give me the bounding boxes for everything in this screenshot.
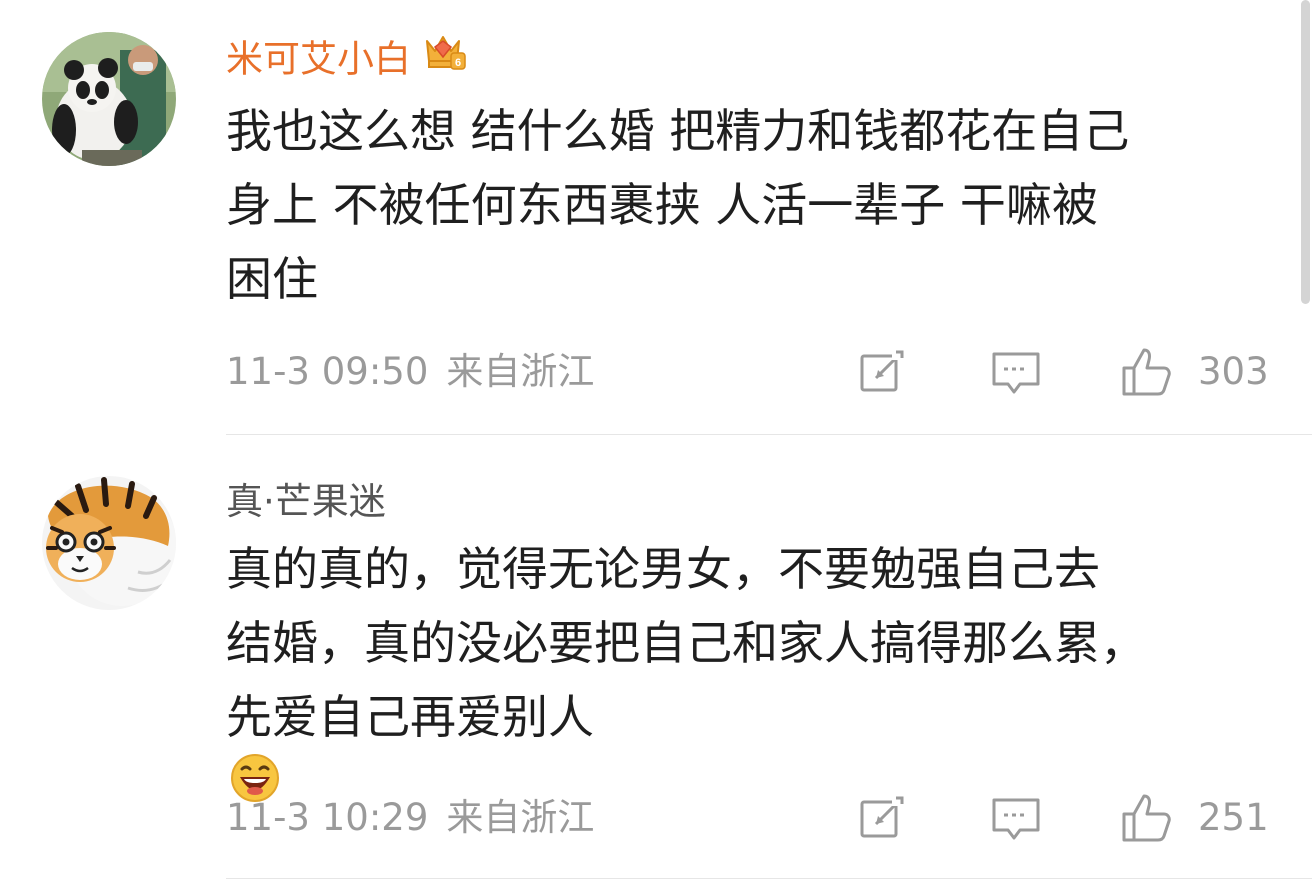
comment-text: 真的真的，觉得无论男女，不要勉强自己去 结婚，真的没必要把自己和家人搞得那么累，… [226,532,1286,828]
comment-meta: 11-3 09:50 来自浙江 [226,348,594,396]
panda-avatar-image [42,32,176,166]
tiger-avatar-image [42,476,176,610]
username-text[interactable]: 米可艾小白 [226,38,411,81]
scrollbar[interactable] [1301,0,1310,304]
comment-text: 我也这么想 结什么婚 把精力和钱都花在自己 身上 不被任何东西裹挟 人活一辈子 … [226,94,1286,316]
like-count: 303 [1198,350,1269,393]
comment-line: 结婚，真的没必要把自己和家人搞得那么累， [226,616,1146,670]
avatar[interactable] [42,476,176,610]
divider [226,434,1312,435]
comment-line-text: 先爱自己再爱别人 [226,690,594,744]
divider [226,878,1312,879]
comment-icon [992,352,1040,394]
comment-line: 我也这么想 结什么婚 把精力和钱都花在自己 [226,104,1130,158]
username[interactable]: 真·芒果迷 [226,478,386,526]
comment-line: 身上 不被任何东西裹挟 人活一辈子 干嘛被 [226,178,1098,232]
repost-button[interactable] [856,792,908,844]
comment-location: 来自浙江 [446,350,595,393]
comment-line: 真的真的，觉得无论男女，不要勉强自己去 [226,542,1100,596]
comment-item: 米可艾小白 6 我也这么想 结什么婚 把精力和钱都花在自己 身上 不被任何东西裹… [0,0,1312,436]
comment-item: 真·芒果迷 真的真的，觉得无论男女，不要勉强自己去 结婚，真的没必要把自己和家人… [0,436,1312,880]
like-count: 251 [1198,796,1269,839]
username[interactable]: 米可艾小白 6 [226,34,467,88]
like-button[interactable]: 251 [1118,792,1269,844]
comment-icon [992,798,1040,840]
comment-meta: 11-3 10:29 来自浙江 [226,794,594,842]
avatar[interactable] [42,32,176,166]
comment-time: 11-3 09:50 [226,350,429,393]
like-button[interactable]: 303 [1118,346,1269,398]
comment-button[interactable] [988,792,1044,844]
crown-vip-icon[interactable]: 6 [423,31,467,85]
repost-button[interactable] [856,346,908,398]
svg-text:6: 6 [455,57,461,69]
repost-icon [860,350,904,392]
comment-line: 困住 [226,252,318,306]
repost-icon [860,796,904,838]
comment-location: 来自浙江 [446,796,595,839]
comment-time: 11-3 10:29 [226,796,429,839]
thumbs-up-icon [1122,794,1171,842]
comment-button[interactable] [988,346,1044,398]
thumbs-up-icon [1122,348,1171,396]
